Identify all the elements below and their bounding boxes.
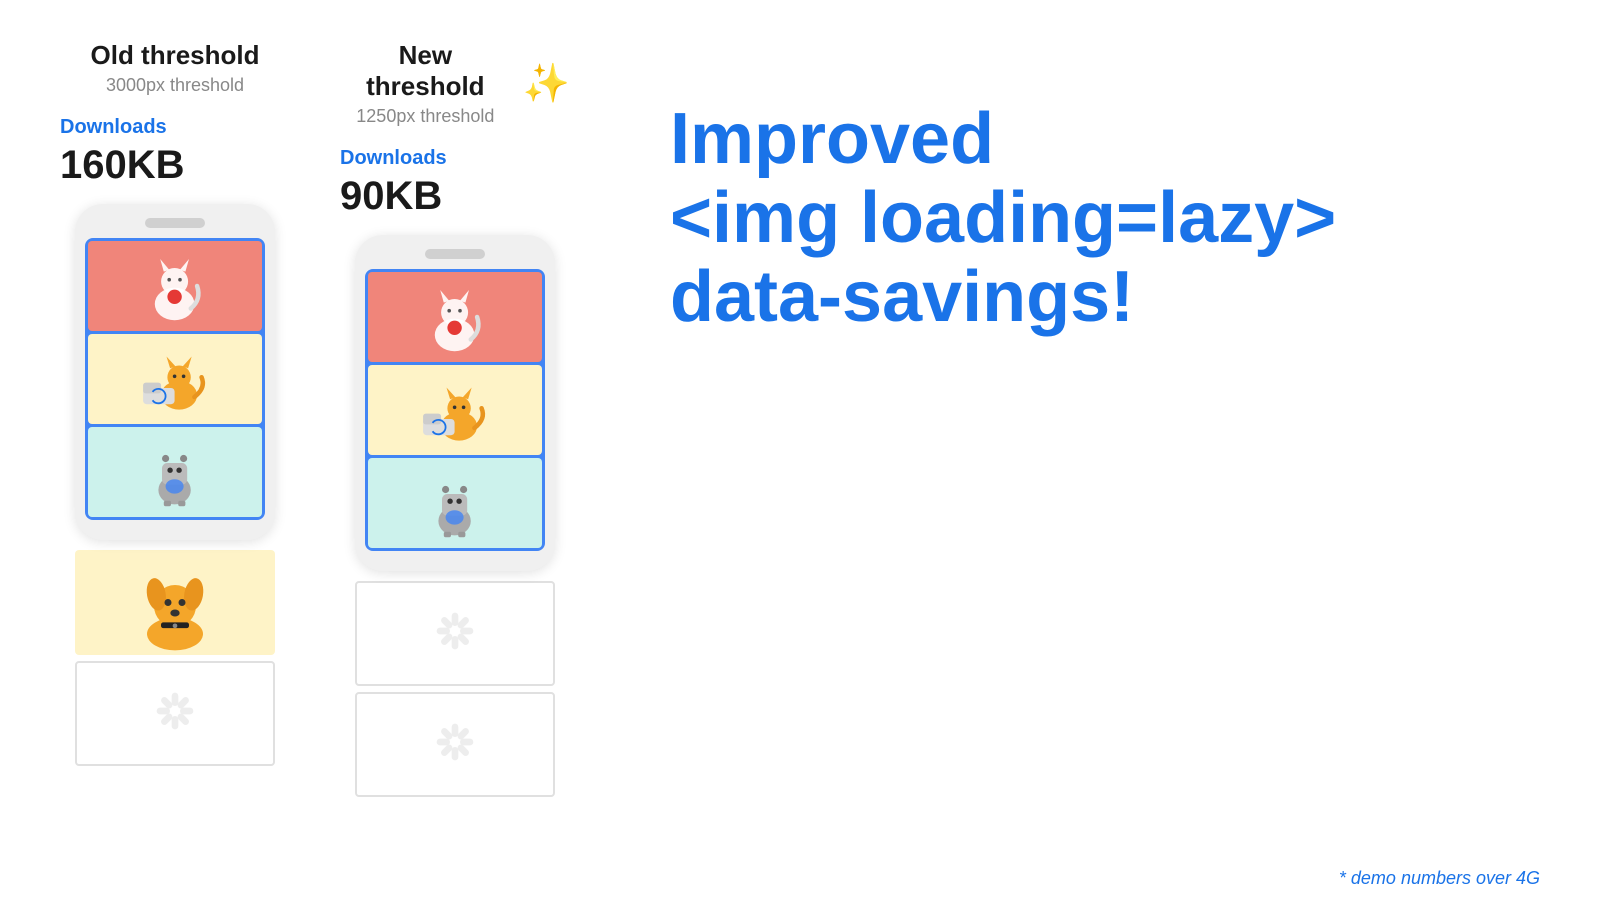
loading-icon-old (150, 686, 200, 741)
improved-line3: data-savings! (670, 257, 1134, 337)
new-loading-placeholder-2 (355, 692, 555, 797)
new-loading-placeholder-1 (355, 581, 555, 686)
old-image-cat-yellow (88, 334, 262, 424)
new-threshold-header: New threshold 1250px threshold ✨ (340, 40, 570, 127)
old-phone-mockup (75, 204, 275, 540)
old-image-cat-red (88, 241, 262, 331)
old-downloads-label: Downloads (60, 116, 167, 139)
main-container: Old threshold 3000px threshold Downloads… (0, 0, 1600, 919)
improved-title: Improved <img loading=lazy> data-savings… (670, 100, 1540, 338)
loading-icon-new-1 (430, 606, 480, 661)
new-image-dog-teal (368, 458, 542, 548)
phone-notch-new (425, 249, 485, 259)
new-threshold-column: New threshold 1250px threshold ✨ Downloa… (340, 40, 570, 797)
comparison-section: Old threshold 3000px threshold Downloads… (60, 40, 570, 797)
old-threshold-subtitle: 3000px threshold (91, 75, 260, 96)
old-threshold-header: Old threshold 3000px threshold (91, 40, 260, 96)
new-downloads-size: 90KB (340, 174, 442, 219)
new-threshold-header-row: New threshold 1250px threshold ✨ (340, 40, 570, 127)
demo-note: * demo numbers over 4G (1339, 868, 1540, 889)
new-image-cat-red (368, 272, 542, 362)
phone-notch (145, 218, 205, 228)
old-threshold-column: Old threshold 3000px threshold Downloads… (60, 40, 290, 797)
info-section: Improved <img loading=lazy> data-savings… (630, 40, 1540, 358)
new-downloads-label: Downloads (340, 147, 447, 170)
new-image-cat-yellow (368, 365, 542, 455)
improved-line1: Improved (670, 99, 994, 179)
new-below-fold (355, 581, 555, 797)
old-loading-placeholder (75, 661, 275, 766)
new-phone-mockup (355, 235, 555, 571)
sparkle-icon: ✨ (523, 65, 570, 103)
old-image-dog-teal (88, 427, 262, 517)
new-threshold-title: New threshold (340, 40, 511, 102)
improved-line2: <img loading=lazy> (670, 178, 1336, 258)
old-downloads-size: 160KB (60, 143, 185, 188)
new-threshold-subtitle: 1250px threshold (340, 106, 511, 127)
old-below-dog-yellow (75, 550, 275, 655)
old-below-fold (75, 550, 275, 766)
old-phone-screen (85, 238, 265, 520)
loading-icon-new-2 (430, 717, 480, 772)
new-phone-screen (365, 269, 545, 551)
new-threshold-text: New threshold 1250px threshold (340, 40, 511, 127)
old-threshold-title: Old threshold (91, 40, 260, 71)
